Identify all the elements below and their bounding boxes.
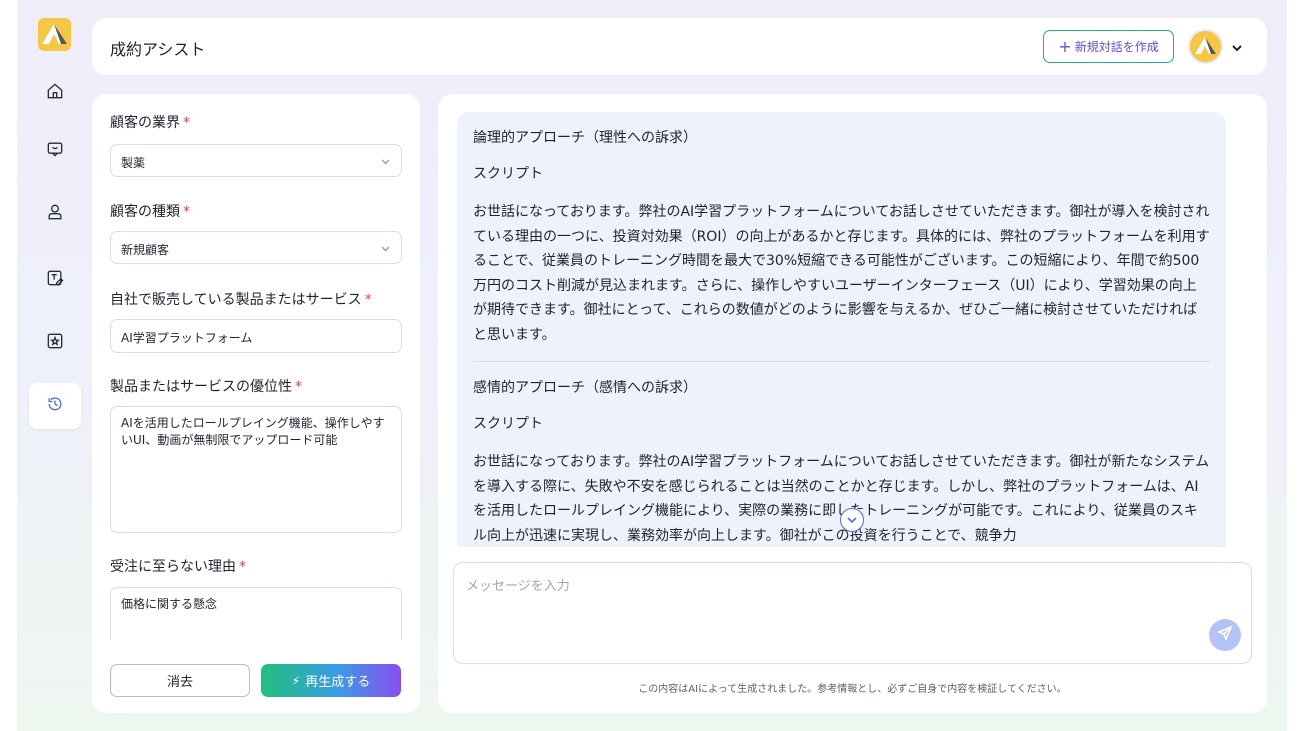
form-scroll-area: 顧客の業界 * 製薬 顧客の種類 * 新規顧客 自社で販売している製品またはサービス… [92, 94, 420, 640]
chevron-down-icon[interactable] [1230, 40, 1244, 54]
regenerate-label: 再生成する [305, 675, 371, 690]
customer-type-value: 新規顧客 [121, 243, 170, 257]
chat-panel: 論理的アプローチ（理性への訴求） スクリプト お世話になっております。弊社のAI… [438, 94, 1267, 713]
chat-icon [45, 139, 65, 163]
app-logo[interactable] [38, 18, 71, 51]
edit-doc-icon [45, 268, 65, 292]
customer-type-label: 顧客の種類 * [110, 204, 190, 220]
section-body: お世話になっております。弊社のAI学習プラットフォームについてお話しさせていただ… [473, 204, 1210, 343]
sidebar-item-home[interactable] [29, 70, 81, 116]
regenerate-button[interactable]: ⚡ 再生成する [261, 664, 401, 697]
assistant-message: 論理的アプローチ（理性への訴求） スクリプト お世話になっております。弊社のAI… [457, 112, 1226, 547]
section-heading: 感情的アプローチ（感情への訴求） [473, 380, 697, 396]
send-button[interactable] [1209, 619, 1241, 651]
product-label: 自社で販売している製品またはサービス * [110, 292, 372, 308]
message-input[interactable] [466, 575, 1196, 653]
sidebar-item-history[interactable] [29, 383, 81, 429]
home-icon [45, 81, 65, 105]
user-icon [45, 202, 65, 226]
industry-label: 顧客の業界 * [110, 115, 190, 131]
page-title: 成約アシスト [110, 40, 206, 59]
advantage-label: 製品またはサービスの優位性 * [110, 379, 302, 395]
industry-select[interactable]: 製薬 [110, 144, 402, 177]
chevron-down-icon [846, 511, 858, 530]
section-subheading: スクリプト [473, 166, 543, 182]
sidebar-item-customer[interactable] [29, 191, 81, 237]
form-panel: 顧客の業界 * 製薬 顧客の種類 * 新規顧客 自社で販売している製品またはサービス… [92, 94, 420, 713]
reason-label: 受注に至らない理由 * [110, 559, 246, 575]
advantage-textarea[interactable]: AIを活用したロールプレイング機能、操作しやすいUI、動画が無制限でアップロード… [110, 406, 402, 533]
sidebar-item-rating[interactable] [29, 320, 81, 366]
reason-textarea[interactable]: 価格に関する懸念 [110, 587, 402, 640]
section-body: お世話になっております。弊社のAI学習プラットフォームについてお話しさせていただ… [473, 454, 1210, 544]
product-input[interactable]: AI学習プラットフォーム [110, 319, 402, 353]
customer-type-select[interactable]: 新規顧客 [110, 231, 402, 264]
history-icon [45, 394, 65, 418]
message-composer [453, 562, 1252, 664]
top-header: 成約アシスト + 新規対話を作成 [92, 18, 1267, 75]
clear-button[interactable]: 消去 [110, 664, 250, 697]
scroll-down-button[interactable] [840, 508, 864, 532]
new-chat-label: 新規対話を作成 [1074, 40, 1159, 54]
section-heading: 論理的アプローチ（理性への訴求） [473, 130, 697, 146]
send-icon [1216, 625, 1233, 645]
section-subheading: スクリプト [473, 416, 543, 432]
chevron-down-icon [380, 243, 391, 254]
new-chat-button[interactable]: + 新規対話を作成 [1043, 30, 1174, 63]
ai-disclaimer: この内容はAIによって生成されました。参考情報とし、必ずご自身で内容を検証してく… [638, 684, 1067, 695]
avatar[interactable] [1188, 29, 1223, 64]
lightning-icon: ⚡ [291, 673, 301, 688]
star-box-icon [45, 331, 65, 355]
section-divider [473, 361, 1210, 362]
sidebar-item-script[interactable] [29, 257, 81, 303]
sidebar-item-chat[interactable] [29, 128, 81, 174]
industry-value: 製薬 [121, 156, 146, 170]
plus-icon: + [1058, 36, 1072, 56]
chevron-down-icon [380, 156, 391, 167]
